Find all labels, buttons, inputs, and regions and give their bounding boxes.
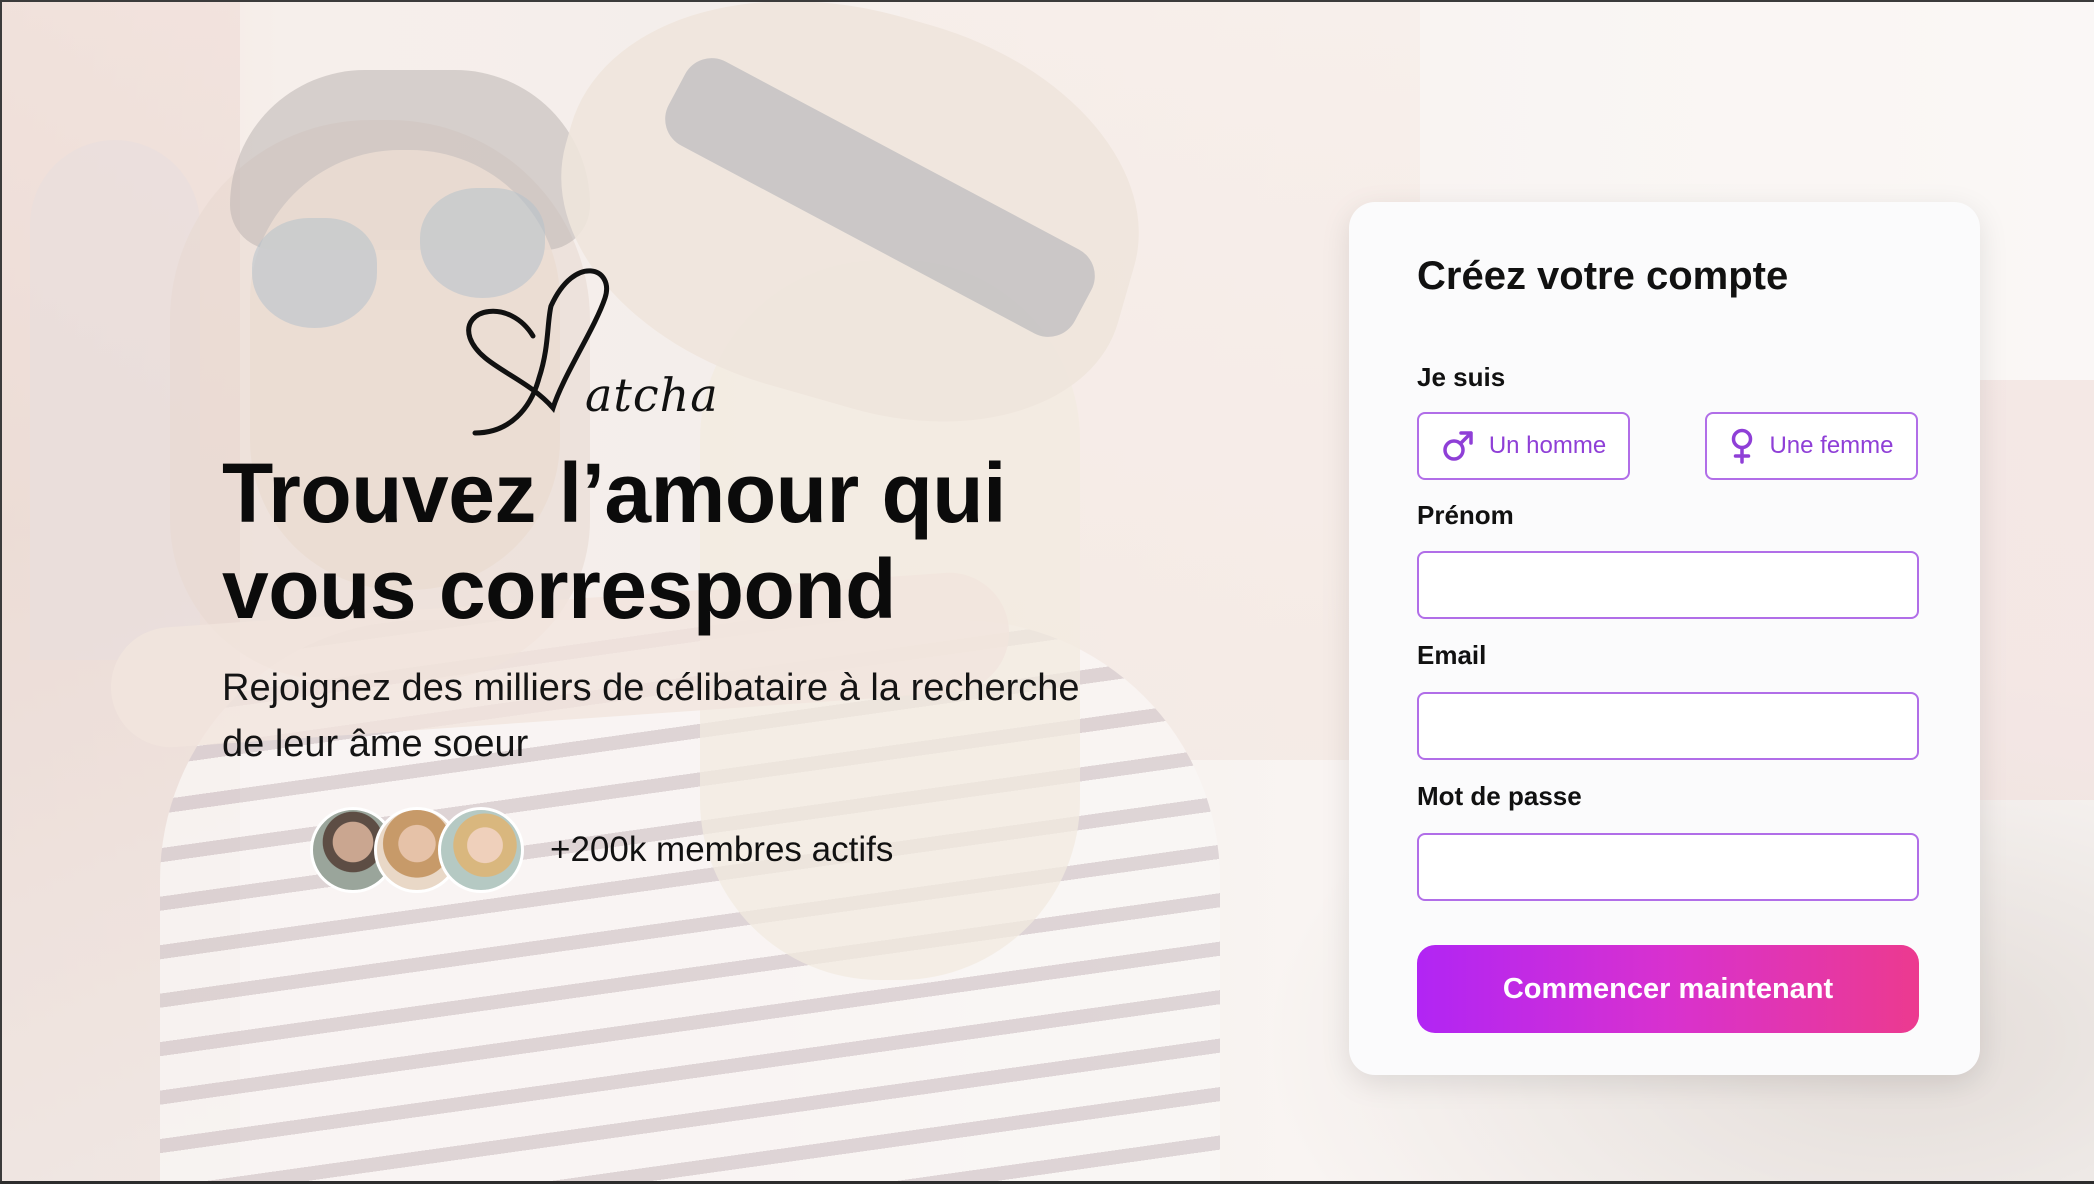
members-count-label: +200k membres actifs (550, 830, 894, 869)
gender-label: Je suis (1417, 362, 1506, 392)
gender-option-label: Un homme (1488, 432, 1607, 459)
start-now-button[interactable]: Commencer maintenant (1417, 945, 1919, 1033)
signup-title: Créez votre compte (1417, 254, 1789, 298)
firstname-input[interactable] (1417, 551, 1919, 619)
email-label: Email (1417, 640, 1487, 670)
top-border (0, 0, 2094, 2)
signup-card: Créez votre compte Je suis Un homme Une … (1349, 202, 1980, 1075)
gender-option-label: Une femme (1769, 432, 1894, 459)
logo-wordmark: atcha (585, 368, 719, 422)
email-input[interactable] (1417, 692, 1919, 760)
gender-option-female-button[interactable]: Une femme (1705, 412, 1918, 480)
member-avatar (438, 807, 524, 893)
firstname-label: Prénom (1417, 500, 1514, 530)
gender-option-male-button[interactable]: Un homme (1417, 412, 1630, 480)
left-border (0, 0, 2, 1184)
hero-subtitle: Rejoignez des milliers de célibataire à … (222, 667, 1080, 765)
female-symbol-icon (1732, 428, 1753, 464)
hero-title: Trouvez l’amour qui vous correspond (222, 446, 1006, 636)
male-symbol-icon (1443, 431, 1473, 461)
password-input[interactable] (1417, 833, 1919, 901)
password-label: Mot de passe (1417, 781, 1582, 811)
active-members: +200k membres actifs (310, 806, 893, 894)
